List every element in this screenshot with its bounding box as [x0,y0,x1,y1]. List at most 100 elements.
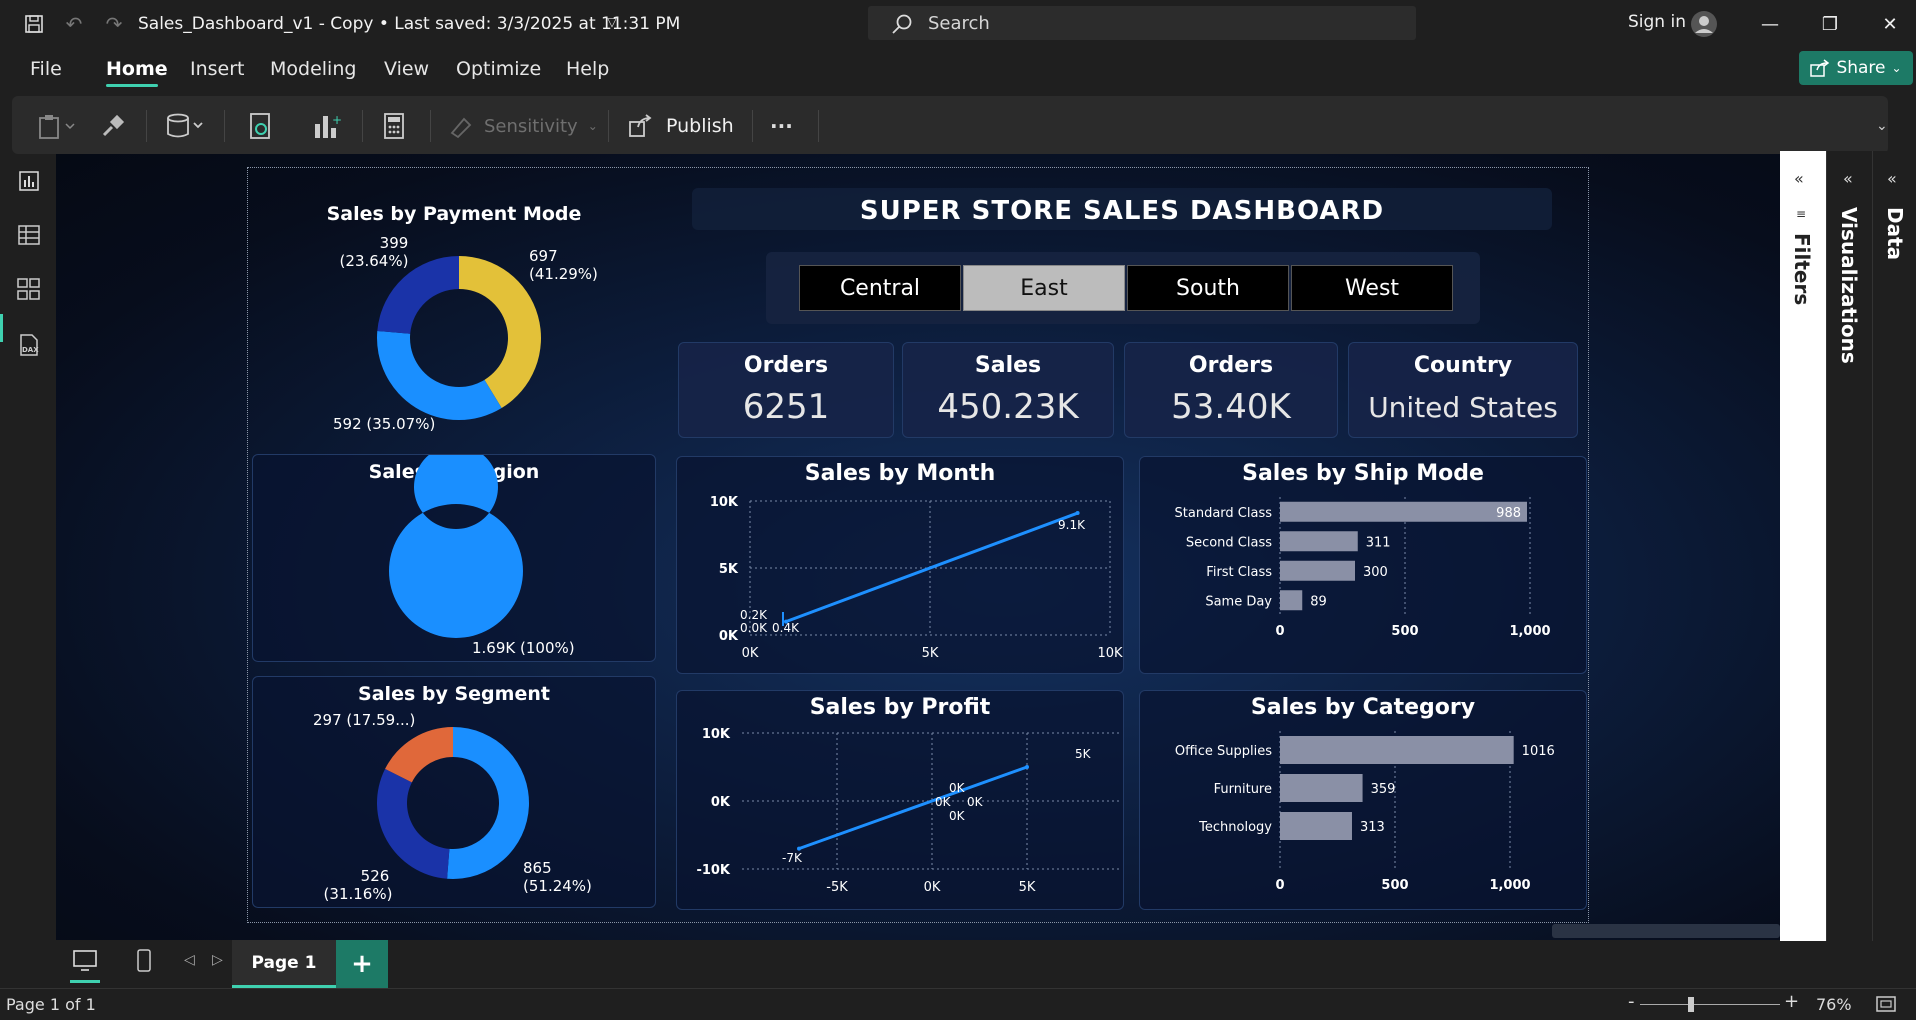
kpi-orders-label: Orders [743,353,829,378]
point-label-3-0: 0.2K [740,608,768,622]
kpi-card-sales[interactable]: Sales 450.23K [902,342,1114,438]
donut-slice-2-1[interactable] [377,768,450,879]
zoom-slider-track[interactable] [1640,1004,1780,1005]
sales-by-ship-mode-chart[interactable]: 0 500 1,000 Standard Class 988 Second Class 31… [1140,457,1588,675]
restore-icon[interactable]: ❐ [1810,10,1850,38]
report-view-icon[interactable] [14,166,44,196]
kpi-card-orders-2[interactable]: Orders 53.40K [1124,342,1338,438]
dashboard-title: SUPER STORE SALES DASHBOARD [859,196,1385,226]
share-button[interactable]: Share ⌄ [1799,51,1913,85]
calculator-icon[interactable] [382,110,406,142]
bar-5-2[interactable] [1280,560,1355,581]
format-painter-icon[interactable] [100,110,126,142]
page-prev-icon[interactable]: ◁ [184,952,195,968]
sales-by-profit-panel[interactable]: Sales by Profit -10K 0K 10K -5K 0K 5K -7K 0K 0K 0… [676,690,1124,910]
get-data-icon[interactable] [164,110,208,142]
region-button-south[interactable]: South [1127,265,1289,311]
filters-expand-icon[interactable]: « [1794,169,1804,188]
data-pane[interactable]: « Data [1872,151,1916,941]
menu-insert[interactable]: Insert [190,58,245,80]
menu-help[interactable]: Help [566,58,609,80]
title-chevron-down-icon[interactable]: ▽ [598,6,626,38]
zoom-out-button[interactable]: - [1628,991,1635,1012]
refresh-icon[interactable] [248,110,274,142]
minimize-icon[interactable]: — [1750,10,1790,38]
segment-donut[interactable]: 865(51.24%) 526(31.16%) 297 (17.59...) [253,677,657,909]
data-point-3-1[interactable] [1075,511,1080,516]
point-label-4-4: 0K [949,809,966,823]
point-label-4-3: 0K [967,795,984,809]
data-point-4-1[interactable] [1025,765,1029,769]
paste-icon[interactable] [36,110,80,142]
donut-slice-2-0[interactable] [447,727,529,879]
page-next-icon[interactable]: ▷ [212,952,223,968]
kpi-card-orders[interactable]: Orders 6251 [678,342,894,438]
sensitivity-button[interactable]: Sensitivity ⌄ [448,110,598,142]
zoom-slider-thumb[interactable] [1688,997,1694,1012]
sales-by-category-chart[interactable]: 0 500 1,000 Office Supplies 1016 Furniture 359… [1140,691,1588,911]
redo-icon[interactable]: ↷ [100,8,128,40]
menu-modeling[interactable]: Modeling [270,58,356,80]
publish-button[interactable]: Publish [628,110,734,142]
mobile-layout-icon[interactable] [136,948,152,978]
region-donut[interactable]: 1.69K (100%) [253,455,657,663]
payment-mode-donut[interactable]: 697(41.29%) 592 (35.07%) 399(23.64%) [253,177,657,435]
bar-5-0[interactable] [1280,501,1527,522]
visualizations-pane[interactable]: « Visualizations [1826,151,1872,941]
menu-view[interactable]: View [384,58,429,80]
bar-6-0[interactable] [1280,736,1514,764]
close-icon[interactable]: ✕ [1870,10,1910,38]
region-button-central[interactable]: Central [799,265,961,311]
bar-x-tick-5-0: 0 [1275,624,1284,639]
data-expand-icon[interactable]: « [1887,169,1897,188]
avatar-icon[interactable] [1690,10,1718,38]
region-button-west[interactable]: West [1291,265,1453,311]
bar-value-5-0: 988 [1496,506,1521,521]
save-icon[interactable] [20,8,48,40]
region-panel[interactable]: Sales by Region 1.69K (100%) [252,454,656,662]
more-options-icon[interactable]: ··· [770,110,793,142]
donut-slice-0-1[interactable] [377,330,502,420]
zoom-in-button[interactable]: + [1784,991,1799,1012]
fit-to-page-icon[interactable] [1876,995,1896,1017]
page-tab-1[interactable]: Page 1 [232,940,336,988]
add-page-button[interactable]: + [336,940,388,988]
table-view-icon[interactable] [14,220,44,250]
sales-by-ship-mode-panel[interactable]: Sales by Ship Mode 0 500 1,000 Standard Cla… [1139,456,1587,674]
bar-value-5-3: 89 [1310,594,1327,609]
segment-panel[interactable]: Sales by Segment 865 (51.24%) 526 (31.16%) 2… [252,676,656,908]
model-view-icon[interactable] [14,274,44,304]
undo-icon[interactable]: ↶ [60,8,88,40]
menu-file[interactable]: File [30,58,62,80]
bar-6-2[interactable] [1280,812,1352,840]
sales-by-profit-chart[interactable]: -10K0K10K-5K 0K 5K-7K0K0K 0K0K5K [677,691,1125,911]
menu-optimize[interactable]: Optimize [456,58,541,80]
bar-5-1[interactable] [1280,531,1358,552]
new-visual-icon[interactable]: + [312,110,342,142]
payment-mode-panel[interactable]: Sales by Payment Mode 697 (41.29%) 592 (35… [252,176,656,434]
publish-label: Publish [666,115,734,137]
ribbon: + Sensitivity ⌄ Publish ··· ⌄ [12,96,1888,154]
data-point-4-0[interactable] [797,846,801,851]
sales-by-category-panel[interactable]: Sales by Category 0 500 1,000 Office Suppli… [1139,690,1587,910]
visualizations-expand-icon[interactable]: « [1843,169,1853,188]
dax-query-view-icon[interactable]: DAX [14,330,44,360]
kpi-card-country[interactable]: Country United States [1348,342,1578,438]
bar-5-3[interactable] [1280,590,1303,611]
filters-pane[interactable]: « ≡ Filters [1780,151,1826,941]
sign-in-link[interactable]: Sign in [1628,12,1686,32]
menu-home[interactable]: Home [106,58,168,80]
desktop-layout-icon[interactable] [72,948,98,978]
kpi-country-value: United States [1368,391,1558,424]
title-bar: ↶ ↷ Sales_Dashboard_v1 - Copy • Last sav… [0,0,1916,50]
search-input[interactable]: Search [868,6,1416,40]
sales-by-month-chart[interactable]: 0K 5K 10K 0K 5K 10K 0.2K0.0K 0.4K 9.1K [677,457,1125,675]
ribbon-collapse-chevron-icon[interactable]: ⌄ [1876,110,1888,142]
sales-by-month-panel[interactable]: Sales by Month 0K 5K 10K 0K 5K 10K 0.2K 0.0K 0.4… [676,456,1124,674]
region-button-east[interactable]: East [963,265,1125,311]
series-line-3[interactable] [785,511,1079,624]
bar-6-1[interactable] [1280,774,1363,802]
page-info: Page 1 of 1 [6,995,96,1014]
donut-slice-1-0[interactable] [389,455,523,638]
series-line-4[interactable] [798,765,1028,851]
